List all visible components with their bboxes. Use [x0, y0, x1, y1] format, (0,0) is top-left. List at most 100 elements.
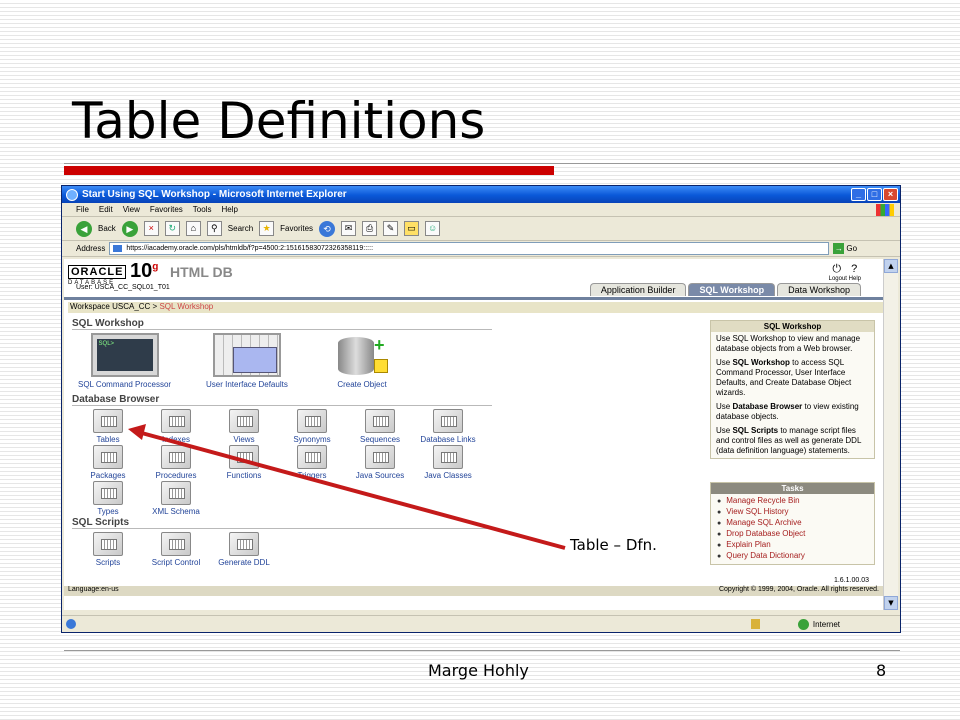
database-links-tile[interactable]: Database Links — [414, 409, 482, 444]
browser-toolbar: ◀ Back ▶ × ↻ ⌂ ⚲ Search ★ Favorites ⟲ ✉ … — [62, 217, 900, 241]
favorites-star-icon[interactable]: ★ — [259, 221, 275, 236]
types-tile[interactable]: Types — [74, 481, 142, 516]
generate-ddl-tile[interactable]: Generate DDL — [210, 532, 278, 567]
create-object-tile[interactable]: + Create Object — [328, 333, 396, 389]
tab-underline — [64, 297, 883, 300]
messenger-icon[interactable]: ☺ — [425, 221, 441, 236]
generate-ddl-icon — [229, 532, 259, 556]
help-icon[interactable]: ? — [851, 263, 857, 276]
forward-arrow-icon[interactable]: ▶ — [121, 220, 138, 237]
print-icon[interactable]: ⎙ — [362, 221, 378, 236]
xml-schema-tile[interactable]: XML Schema — [142, 481, 210, 516]
section-divider — [72, 405, 492, 406]
triggers-tile[interactable]: Triggers — [278, 445, 346, 480]
logout-help: ⏻ ? Logout Help — [829, 263, 861, 282]
java-classes-label: Java Classes — [424, 471, 472, 480]
address-label: Address — [76, 244, 106, 253]
help-link[interactable]: Help — [849, 276, 861, 282]
java-sources-label: Java Sources — [355, 471, 405, 480]
indexes-tile[interactable]: Indexes — [142, 409, 210, 444]
packages-tile[interactable]: Packages — [74, 445, 142, 480]
search-button-label[interactable]: Search — [228, 224, 253, 233]
logout-link[interactable]: Logout — [829, 276, 847, 282]
sequences-tile[interactable]: Sequences — [346, 409, 414, 444]
ie-logo-icon — [66, 188, 78, 201]
vertical-scrollbar[interactable]: ▲ ▼ — [883, 259, 898, 610]
generate-ddl-label: Generate DDL — [218, 558, 270, 567]
close-button[interactable]: × — [883, 188, 898, 201]
tab-data-workshop[interactable]: Data Workshop — [777, 283, 861, 296]
menu-favorites[interactable]: Favorites — [150, 205, 183, 214]
sql-command-processor-tile[interactable]: SQL> SQL Command Processor — [78, 333, 171, 389]
functions-tile[interactable]: Functions — [210, 445, 278, 480]
maximize-button[interactable]: □ — [867, 188, 882, 201]
breadcrumb-current: SQL Workshop — [159, 302, 214, 311]
task-link[interactable]: Manage SQL Archive — [717, 518, 868, 529]
discuss-icon[interactable]: ▭ — [404, 221, 420, 236]
app-tabs: Application Builder SQL Workshop Data Wo… — [589, 283, 861, 296]
menu-help[interactable]: Help — [221, 205, 237, 214]
htmldb-logo: HTML DB — [170, 264, 233, 280]
sequences-label: Sequences — [359, 435, 401, 444]
menu-tools[interactable]: Tools — [193, 205, 212, 214]
tables-icon — [93, 409, 123, 433]
address-bar: Address https://iacademy.oracle.com/pls/… — [62, 241, 900, 257]
views-tile[interactable]: Views — [210, 409, 278, 444]
title-accent-bar — [64, 166, 554, 175]
search-icon[interactable]: ⚲ — [206, 221, 222, 236]
slide-title: Table Definitions — [72, 92, 486, 150]
user-interface-defaults-tile[interactable]: User Interface Defaults — [206, 333, 288, 389]
copyright-text: Copyright © 1999, 2004, Oracle. All righ… — [718, 586, 879, 593]
back-button-label[interactable]: Back — [98, 224, 116, 233]
scripts-tile[interactable]: Scripts — [74, 532, 142, 567]
go-button[interactable]: → Go — [833, 243, 857, 254]
stop-icon[interactable]: × — [143, 221, 159, 236]
task-link[interactable]: Explain Plan — [717, 540, 868, 551]
minimize-button[interactable]: _ — [851, 188, 866, 201]
mail-icon[interactable]: ✉ — [341, 221, 357, 236]
logout-icon[interactable]: ⏻ — [832, 263, 841, 276]
section-divider — [72, 528, 492, 529]
zone-label: Internet — [812, 620, 840, 629]
edit-icon[interactable]: ✎ — [383, 221, 399, 236]
status-bar: Internet — [62, 615, 900, 632]
xml-schema-label: XML Schema — [152, 507, 200, 516]
database-links-icon — [433, 409, 463, 433]
favorites-button-label[interactable]: Favorites — [280, 224, 313, 233]
history-icon[interactable]: ⟲ — [319, 220, 336, 237]
task-link[interactable]: View SQL History — [717, 507, 868, 518]
lock-icon — [751, 619, 760, 629]
tables-tile[interactable]: Tables — [74, 409, 142, 444]
java-classes-tile[interactable]: Java Classes — [414, 445, 482, 480]
procedures-icon — [161, 445, 191, 469]
tasks-panel: Tasks Manage Recycle Bin View SQL Histor… — [710, 482, 875, 565]
task-link[interactable]: Query Data Dictionary — [717, 551, 868, 562]
page-status-icon — [66, 619, 76, 629]
script-control-label: Script Control — [151, 558, 201, 567]
task-link[interactable]: Drop Database Object — [717, 529, 868, 540]
synonyms-tile[interactable]: Synonyms — [278, 409, 346, 444]
breadcrumb-workspace[interactable]: Workspace USCA_CC > — [70, 302, 159, 311]
refresh-icon[interactable]: ↻ — [164, 221, 180, 236]
script-control-tile[interactable]: Script Control — [142, 532, 210, 567]
home-icon[interactable]: ⌂ — [185, 221, 201, 236]
scroll-up-icon[interactable]: ▲ — [884, 259, 898, 273]
task-link[interactable]: Manage Recycle Bin — [717, 496, 868, 507]
section-divider — [72, 329, 492, 330]
back-arrow-icon[interactable]: ◀ — [76, 220, 92, 237]
scripts-icon — [93, 532, 123, 556]
tab-sql-workshop[interactable]: SQL Workshop — [688, 283, 776, 296]
menu-file[interactable]: File — [76, 205, 89, 214]
java-sources-tile[interactable]: Java Sources — [346, 445, 414, 480]
tab-application-builder[interactable]: Application Builder — [589, 283, 687, 296]
menu-edit[interactable]: Edit — [99, 205, 113, 214]
java-classes-icon — [433, 445, 463, 469]
procedures-tile[interactable]: Procedures — [142, 445, 210, 480]
info-paragraph: Use SQL Scripts to manage script files a… — [716, 426, 862, 455]
address-input[interactable]: https://iacademy.oracle.com/pls/htmldb/f… — [109, 242, 830, 255]
section-database-browser: Database Browser — [72, 394, 160, 405]
menu-view[interactable]: View — [123, 205, 140, 214]
user-interface-defaults-label: User Interface Defaults — [206, 380, 288, 389]
views-icon — [229, 409, 259, 433]
scroll-down-icon[interactable]: ▼ — [884, 596, 898, 610]
